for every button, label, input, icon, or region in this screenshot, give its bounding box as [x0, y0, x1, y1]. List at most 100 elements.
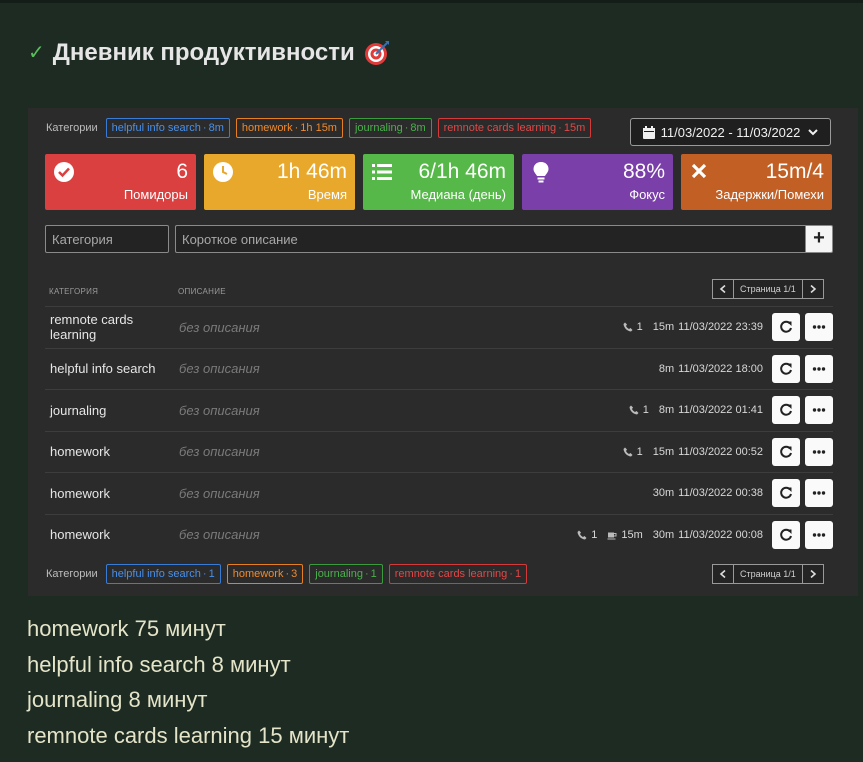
table-row: homework без описания 1 15m 30m 11/03/20… [45, 513, 833, 556]
calendar-icon [642, 125, 655, 139]
coffee-icon [607, 532, 617, 540]
category-count-journaling[interactable]: journaling · 1 [309, 564, 383, 584]
row-description: без описания [179, 361, 260, 377]
row-duration: 30m [652, 528, 675, 541]
category-count-remnote-cards-learning[interactable]: remnote cards learning · 1 [388, 564, 528, 584]
redo-icon [780, 445, 792, 458]
row-description: без описания [179, 444, 260, 460]
chevron-left-icon [719, 570, 726, 578]
row-duration: 15m [652, 445, 675, 458]
sessions-table: remnote cards learning без описания 1 15… [45, 306, 833, 555]
redo-icon [780, 321, 792, 333]
chevron-left-icon [719, 285, 726, 293]
date-range-picker[interactable]: 11/03/2022 - 11/03/2022 [630, 118, 831, 146]
stats-cards: 6 Помидоры 1h 46m Время 6/1h 46m Медиана… [45, 154, 832, 210]
more-options-button[interactable] [805, 396, 833, 425]
category-filter-top: Категории helpful info search · 8m homewor… [46, 118, 592, 138]
restart-button[interactable] [772, 396, 800, 425]
restart-button[interactable] [772, 354, 800, 383]
row-category: helpful info search [50, 361, 156, 377]
more-options-button[interactable] [805, 354, 833, 383]
row-timestamp: 11/03/2022 23:39 [678, 321, 763, 334]
phone-icon [623, 447, 633, 457]
add-button[interactable]: + [805, 225, 833, 253]
row-timestamp: 11/03/2022 01:41 [678, 404, 763, 417]
lightbulb-icon [533, 162, 549, 183]
row-meta: 1 15m 11/03/2022 23:39 [623, 321, 763, 333]
category-count-homework[interactable]: homework · 3 [226, 564, 304, 584]
stat-value: 6/1h 46m [418, 160, 506, 183]
row-calls: 1 [636, 321, 643, 334]
ellipsis-icon [812, 533, 826, 537]
chevron-right-icon [810, 570, 817, 578]
phone-icon [623, 322, 633, 332]
stat-label: Медиана (день) [410, 187, 506, 202]
row-timestamp: 11/03/2022 00:52 [678, 445, 763, 458]
more-options-button[interactable] [805, 479, 833, 508]
ellipsis-icon [812, 325, 826, 329]
restart-button[interactable] [772, 520, 800, 549]
category-count-helpful-info-search[interactable]: helpful info search · 1 [105, 564, 221, 584]
summary-line: remnote cards learning 15 минут [27, 722, 350, 748]
row-category: remnote cards learning [50, 312, 134, 343]
pager-bottom: Страница 1/1 [712, 564, 824, 584]
top-border [0, 0, 863, 3]
category-tag-homework[interactable]: homework · 1h 15m [235, 118, 343, 138]
row-meta: 1 15m 30m 11/03/2022 00:08 [577, 529, 763, 541]
restart-button[interactable] [772, 313, 800, 342]
next-page-button[interactable] [801, 279, 824, 299]
row-timestamp: 11/03/2022 00:08 [678, 528, 763, 541]
stat-delays: 15m/4 Задержки/Помехи [681, 154, 832, 210]
row-calls: 1 [591, 528, 598, 541]
list-icon [372, 164, 392, 180]
redo-icon [780, 362, 792, 375]
summary-line: journaling 8 минут [27, 687, 208, 712]
table-row: homework без описания 30m 11/03/2022 00:… [45, 472, 833, 514]
category-tag-remnote-cards-learning[interactable]: remnote cards learning · 15m [437, 118, 592, 138]
chevron-right-icon [810, 285, 817, 293]
row-calls: 1 [636, 445, 643, 458]
redo-icon [780, 528, 792, 541]
ellipsis-icon [812, 491, 826, 495]
phone-icon [577, 530, 587, 540]
restart-button[interactable] [772, 479, 800, 508]
categories-label: Категории [46, 568, 98, 580]
restart-button[interactable] [772, 437, 800, 466]
table-row: helpful info search без описания 8m 11/0… [45, 347, 833, 390]
stat-label: Фокус [629, 187, 665, 202]
row-category: homework [50, 485, 110, 501]
prev-page-button[interactable] [712, 564, 734, 584]
date-range-text: 11/03/2022 - 11/03/2022 [660, 124, 801, 140]
phone-icon [629, 405, 639, 415]
summary-line: helpful info search 8 минут [27, 651, 291, 677]
prev-page-button[interactable] [712, 279, 734, 299]
stat-label: Помидоры [123, 187, 188, 202]
stat-label: Задержки/Помехи [715, 187, 824, 202]
row-timestamp: 11/03/2022 18:00 [678, 362, 763, 375]
redo-icon [780, 487, 792, 499]
category-tag-journaling[interactable]: journaling · 8m [348, 118, 432, 138]
target-icon [364, 41, 389, 65]
category-filter-bottom: Категории helpful info search · 1 homework… [46, 564, 528, 584]
row-breaks: 15m [621, 528, 643, 541]
description-input[interactable] [175, 225, 805, 253]
row-description: без описания [179, 319, 260, 335]
row-duration: 30m [652, 487, 675, 500]
category-input[interactable] [45, 225, 169, 253]
row-description: без описания [179, 402, 260, 418]
row-duration: 8m [658, 404, 675, 417]
more-options-button[interactable] [805, 520, 833, 549]
category-tag-helpful-info-search[interactable]: helpful info search · 8m [105, 118, 230, 138]
more-options-button[interactable] [805, 437, 833, 466]
stat-time: 1h 46m Время [204, 154, 355, 210]
row-meta: 1 8m 11/03/2022 01:41 [629, 404, 763, 416]
more-options-button[interactable] [805, 313, 833, 342]
stat-value: 1h 46m [276, 160, 347, 183]
table-row: remnote cards learning без описания 1 15… [45, 306, 833, 348]
ellipsis-icon [812, 408, 826, 412]
close-icon [691, 163, 707, 179]
next-page-button[interactable] [801, 564, 824, 584]
summary-list: homework 75 минут helpful info search 8 … [27, 611, 349, 753]
chevron-down-icon [808, 129, 819, 136]
page-indicator: Страница 1/1 [734, 279, 802, 299]
